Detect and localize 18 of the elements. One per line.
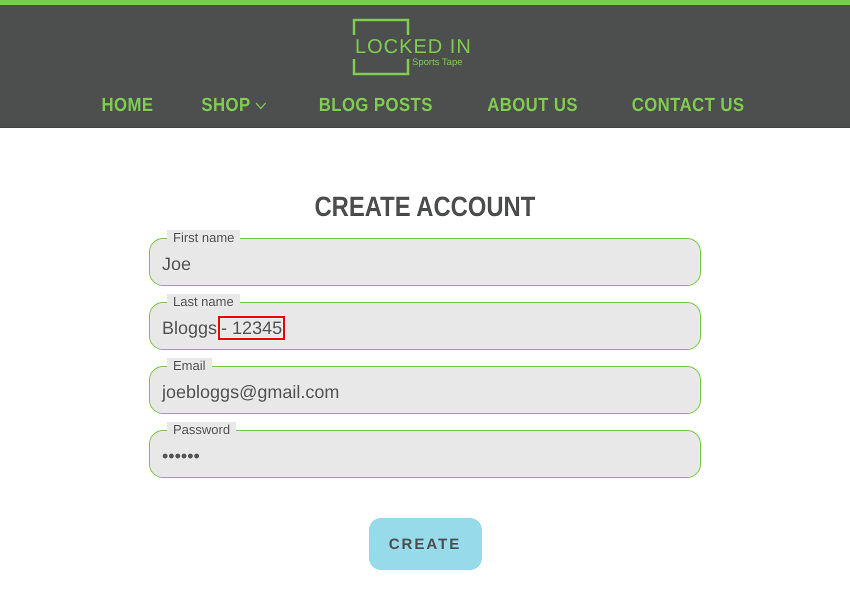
field-value: joebloggs@gmail.com	[162, 382, 340, 402]
logo-subtitle: Sports Tape	[412, 57, 463, 68]
field-value: Joe	[162, 254, 192, 274]
nav-link[interactable]: ABOUT US	[486, 95, 578, 117]
field-label: Password	[167, 422, 236, 437]
nav-link[interactable]: CONTACT US	[631, 95, 744, 117]
logo-title[interactable]: LOCKED IN	[355, 36, 472, 58]
page-heading: CREATE ACCOUNT	[314, 190, 536, 224]
create-button[interactable]: CREATE	[368, 518, 482, 570]
field-label: First name	[167, 230, 240, 245]
field-label: Last name	[167, 294, 240, 309]
field-label: Email	[167, 358, 212, 373]
field-value: Bloggs	[162, 318, 218, 338]
field-value: ••••••	[162, 446, 200, 466]
nav-link[interactable]: SHOP	[202, 95, 267, 117]
nav-link[interactable]: BLOG POSTS	[318, 95, 433, 117]
nav-link[interactable]: HOME	[102, 95, 154, 117]
annotation-highlight: - 12345	[218, 316, 286, 340]
